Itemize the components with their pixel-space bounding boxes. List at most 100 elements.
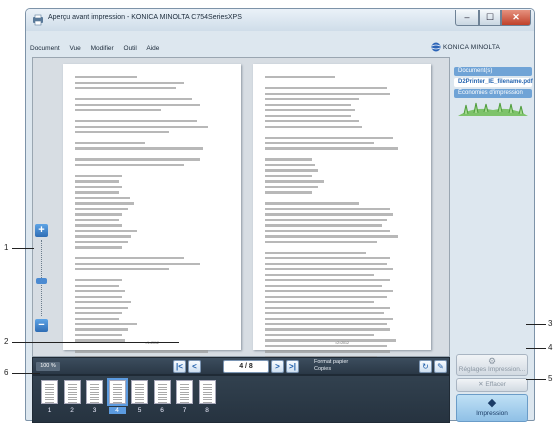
page-text-line [75, 207, 129, 211]
thumbnail-line [112, 396, 122, 398]
thumbnail-line [157, 386, 167, 388]
brand-globe-icon [431, 42, 441, 52]
page-text-line [75, 229, 138, 233]
page-text-line [265, 213, 393, 216]
thumbnail-page-5[interactable] [131, 380, 148, 404]
thumbnail-line [180, 399, 189, 400]
thumbnail-line [67, 384, 77, 385]
page-text-line [75, 87, 177, 90]
thumbnail-number: 2 [70, 407, 74, 414]
menu-outil[interactable]: Outil [124, 45, 137, 52]
zoom-out-button[interactable]: − [35, 319, 48, 332]
thumbnail-page-1[interactable] [41, 380, 58, 404]
page-text-line [265, 224, 382, 227]
page-text-line [75, 257, 185, 260]
document-panel: Document(s) D2Printer_IE_filename.pdf Éc… [454, 67, 533, 121]
page-text-line [265, 125, 362, 128]
page-text-line [75, 328, 129, 331]
thumbnail-page-2[interactable] [63, 380, 81, 404]
page-text-line [75, 125, 208, 128]
thumbnail-line [67, 389, 77, 390]
thumbnail-line [202, 396, 212, 398]
thumbnail-line [90, 399, 99, 400]
zoom-slider[interactable]: + − [31, 224, 53, 334]
thumbnail-line [90, 384, 99, 385]
page-text-line [265, 191, 312, 194]
thumbnail-page-8[interactable] [198, 380, 216, 404]
callout-6: 6 [4, 368, 9, 377]
print-settings-button[interactable]: ⚙ Réglages Impression... [456, 354, 528, 376]
page-text-line [265, 92, 390, 95]
thumbnail-line [112, 384, 122, 385]
page-text-line [75, 81, 185, 84]
print-preview-window: Aperçu avant impression - KONICA MINOLTA… [25, 8, 535, 423]
delete-button[interactable]: ✕ Effacer [456, 378, 528, 392]
thumbnail-page-6[interactable] [153, 380, 171, 404]
page-text-line [75, 317, 119, 320]
thumbnail-line [112, 401, 122, 403]
thumbnail-page-7[interactable] [176, 380, 193, 404]
print-button[interactable]: ◆ Impression [456, 394, 528, 422]
eco-grass-icon [458, 102, 528, 116]
page-text-line [75, 109, 161, 112]
last-page-button[interactable]: >| [286, 360, 299, 373]
document-file-item[interactable]: D2Printer_IE_filename.pdf [454, 78, 533, 87]
thumbnail-line [67, 391, 77, 393]
page-text-line [75, 333, 122, 337]
page-text-line [265, 350, 390, 353]
page-text-line [265, 158, 312, 161]
page-text-line [265, 180, 325, 183]
preview-area[interactable]: =1=2012 =2=2012 [32, 57, 450, 392]
thumbnail-line [180, 386, 189, 388]
thumbnail-strip: 1 2 3 4 5 6 7 8 [32, 375, 450, 423]
maximize-button[interactable]: ☐ [479, 10, 501, 26]
thumbnail-number: 5 [137, 407, 142, 414]
minimize-button[interactable]: – [455, 10, 479, 26]
thumbnail-line [67, 396, 77, 398]
page-text-line [75, 322, 138, 326]
thumbnail-line [202, 394, 212, 395]
menu-bar: Document Vue Modifier Outil Aide [30, 45, 167, 57]
thumbnail-line [135, 391, 144, 393]
page-text-line [265, 103, 351, 106]
rotate-icon[interactable]: ↻ [419, 360, 432, 373]
thumbnail-line [202, 389, 212, 390]
menu-modifier[interactable]: Modifier [91, 45, 114, 52]
page-text-line [265, 207, 390, 211]
thumbnail-line [45, 386, 54, 388]
thumbnail-line [135, 386, 144, 388]
close-button[interactable]: ✕ [501, 10, 531, 26]
title-bar: Aperçu avant impression - KONICA MINOLTA… [26, 9, 534, 31]
page-text-line [75, 180, 119, 183]
page-text-line [75, 76, 138, 79]
page-text-line [265, 87, 387, 90]
thumbnail-line [90, 394, 99, 395]
callout-2: 2 [4, 337, 9, 346]
menu-vue[interactable]: Vue [69, 45, 80, 52]
previous-page-button[interactable]: < [188, 360, 201, 373]
menu-aide[interactable]: Aide [146, 45, 159, 52]
edit-icon[interactable]: ✎ [434, 360, 447, 373]
first-page-button[interactable]: |< [173, 360, 186, 373]
thumbnail-page-3[interactable] [86, 380, 103, 404]
page-text-line [75, 284, 119, 287]
next-page-button[interactable]: > [271, 360, 284, 373]
page-text-line [75, 142, 146, 145]
page-text-line [265, 312, 384, 315]
thumbnail-line [90, 386, 99, 388]
thumbnail-page-4[interactable] [106, 378, 128, 406]
menu-document[interactable]: Document [30, 45, 60, 52]
page-indicator: 4 / 8 [223, 360, 269, 373]
zoom-thumb[interactable] [36, 278, 47, 284]
page-text-line [265, 229, 390, 233]
page-text-line [265, 262, 387, 265]
page-text-line [75, 301, 132, 304]
zoom-in-button[interactable]: + [35, 224, 48, 237]
page-text-line [265, 109, 356, 112]
page-text-line [75, 246, 122, 249]
page-text-line [75, 312, 122, 315]
thumbnail-line [45, 391, 54, 393]
thumbnail-line [45, 384, 54, 385]
thumbnail-line [202, 386, 212, 388]
page-text-line [265, 147, 398, 150]
